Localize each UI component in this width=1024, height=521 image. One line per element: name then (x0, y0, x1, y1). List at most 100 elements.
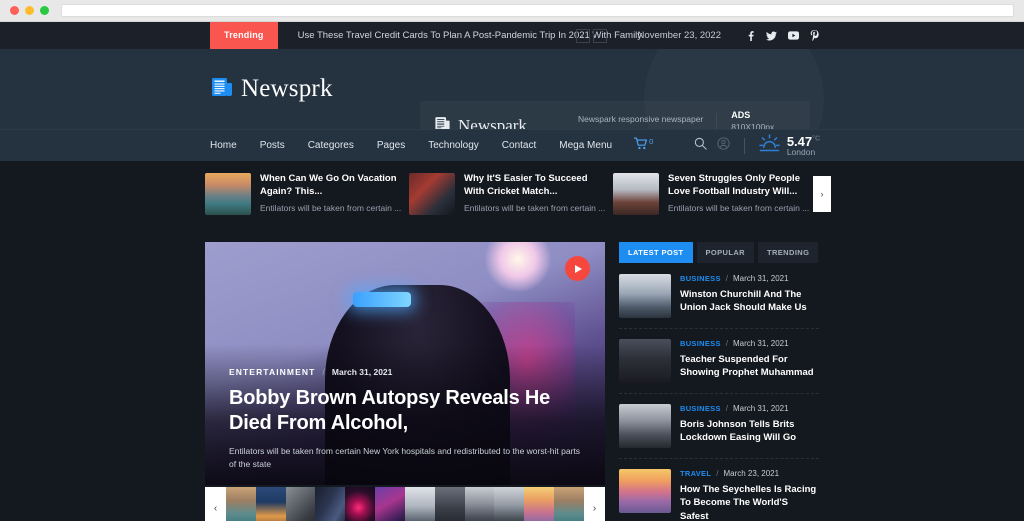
post-meta: BUSINESS / March 31, 2021 (680, 404, 819, 413)
post-title[interactable]: Boris Johnson Tells Brits Lockdown Easin… (680, 418, 819, 445)
post-title[interactable]: Why It'S Easier To Succeed With Cricket … (464, 173, 605, 199)
play-icon (575, 264, 582, 273)
nav-item-mega-menu[interactable]: Mega Menu (559, 140, 612, 151)
search-icon[interactable] (694, 137, 707, 155)
post-body: When Can We Go On Vacation Again? This..… (260, 173, 401, 225)
nav-item-posts[interactable]: Posts (260, 140, 285, 151)
post-thumbnail (409, 173, 455, 215)
sidebar: LATEST POST POPULAR TRENDING BUSINESS / … (619, 242, 819, 521)
sunrise-weather-icon (759, 134, 780, 158)
address-bar[interactable] (61, 4, 1014, 17)
carousel-thumb[interactable] (554, 487, 584, 521)
ad-banner[interactable]: Newspark Newspark responsive newspaper a… (420, 101, 810, 129)
pinterest-icon[interactable] (810, 30, 819, 41)
post-excerpt: Entilators will be taken from certain ..… (464, 202, 605, 213)
carousel-thumb[interactable] (345, 487, 376, 521)
post-separator: / (725, 274, 728, 283)
social-links (747, 30, 819, 41)
cart-count: 0 (649, 136, 654, 146)
list-item[interactable]: BUSINESS / March 31, 2021 Boris Johnson … (619, 404, 819, 459)
ad-brand: Newspark (434, 115, 578, 129)
post-thumbnail (619, 469, 671, 513)
post-excerpt: Entilators will be taken from certain ..… (668, 202, 809, 213)
list-item[interactable]: Why It'S Easier To Succeed With Cricket … (409, 173, 613, 225)
user-account-icon[interactable] (717, 137, 730, 155)
post-category[interactable]: BUSINESS (680, 274, 721, 283)
close-window-button[interactable] (10, 6, 19, 15)
carousel-thumb[interactable] (434, 487, 465, 521)
list-item[interactable]: When Can We Go On Vacation Again? This..… (205, 173, 409, 225)
hero-date: March 31, 2021 (331, 367, 393, 378)
nav-right-tools: 5.47°C London (694, 130, 820, 162)
window-controls (10, 6, 49, 15)
post-body: BUSINESS / March 31, 2021 Winston Church… (680, 274, 819, 318)
carousel-thumb[interactable] (315, 487, 346, 521)
post-title[interactable]: When Can We Go On Vacation Again? This..… (260, 173, 401, 199)
list-item[interactable]: BUSINESS / March 31, 2021 Winston Church… (619, 274, 819, 329)
post-separator: / (725, 404, 728, 413)
post-title[interactable]: Teacher Suspended For Showing Prophet Mu… (680, 353, 819, 380)
carousel-prev-button[interactable]: ‹ (205, 487, 226, 521)
youtube-icon[interactable] (788, 31, 799, 40)
main-navigation: Home Posts Categores Pages Technology Co… (0, 129, 1024, 161)
nav-item-categores[interactable]: Categores (308, 140, 354, 151)
sidebar-tabs: LATEST POST POPULAR TRENDING (619, 242, 819, 263)
carousel-thumb[interactable] (285, 487, 316, 521)
ad-description: Newspark responsive newspaper and magazi… (578, 113, 718, 129)
hero-column: ENTERTAINMENT / March 31, 2021 Bobby Bro… (205, 242, 605, 521)
facebook-icon[interactable] (747, 30, 755, 41)
tab-popular[interactable]: POPULAR (696, 242, 754, 263)
strip-next-button[interactable]: › (813, 176, 831, 212)
carousel-next-button[interactable]: › (584, 487, 605, 521)
post-body: Seven Struggles Only People Love Footbal… (668, 173, 809, 225)
carousel-thumb[interactable] (404, 487, 435, 521)
post-category[interactable]: BUSINESS (680, 404, 721, 413)
post-meta: BUSINESS / March 31, 2021 (680, 274, 819, 283)
main-grid: ENTERTAINMENT / March 31, 2021 Bobby Bro… (205, 242, 819, 521)
hero-category[interactable]: ENTERTAINMENT (229, 367, 315, 377)
post-meta: TRAVEL / March 23, 2021 (680, 469, 819, 478)
maximize-window-button[interactable] (40, 6, 49, 15)
post-title[interactable]: How The Seychelles Is Racing To Become T… (680, 483, 819, 521)
site-header: Newsprk Newspark Newspark responsive new… (0, 49, 1024, 129)
twitter-icon[interactable] (766, 31, 777, 41)
nav-item-pages[interactable]: Pages (377, 140, 405, 151)
nav-item-technology[interactable]: Technology (428, 140, 479, 151)
post-title[interactable]: Seven Struggles Only People Love Footbal… (668, 173, 809, 199)
post-category[interactable]: BUSINESS (680, 339, 721, 348)
post-category[interactable]: TRAVEL (680, 469, 711, 478)
nav-item-home[interactable]: Home (210, 140, 237, 151)
ad-label: ADS (731, 110, 751, 120)
minimize-window-button[interactable] (25, 6, 34, 15)
post-thumbnail (619, 339, 671, 383)
hero-article[interactable]: ENTERTAINMENT / March 31, 2021 Bobby Bro… (205, 242, 605, 485)
list-item[interactable]: Seven Struggles Only People Love Footbal… (613, 173, 817, 225)
trending-next-button[interactable]: › (592, 28, 607, 43)
tab-latest-post[interactable]: LATEST POST (619, 242, 693, 263)
play-video-button[interactable] (565, 256, 590, 281)
carousel-thumb[interactable] (226, 487, 256, 521)
ad-info: ADS 810X100px Area! (731, 110, 796, 129)
post-separator: / (716, 469, 719, 478)
tab-trending[interactable]: TRENDING (757, 242, 819, 263)
nav-item-contact[interactable]: Contact (502, 140, 536, 151)
hero-meta: ENTERTAINMENT / March 31, 2021 (229, 367, 581, 377)
carousel-thumb[interactable] (375, 487, 405, 521)
temperature-unit: °C (812, 135, 820, 143)
carousel-thumb[interactable] (255, 487, 286, 521)
post-date: March 23, 2021 (723, 469, 780, 478)
post-title[interactable]: Winston Churchill And The Union Jack Sho… (680, 288, 819, 315)
list-item[interactable]: BUSINESS / March 31, 2021 Teacher Suspen… (619, 339, 819, 394)
hero-title[interactable]: Bobby Brown Autopsy Reveals He Died From… (229, 386, 581, 436)
site-logo[interactable]: Newsprk (210, 75, 333, 104)
trending-badge: Trending (210, 22, 278, 49)
carousel-thumb[interactable] (464, 487, 495, 521)
thumbnail-carousel: ‹ › (205, 487, 605, 521)
list-item[interactable]: TRAVEL / March 23, 2021 How The Seychell… (619, 469, 819, 521)
cart-button[interactable]: 0 (633, 136, 654, 155)
trending-prev-button[interactable]: ‹ (575, 28, 590, 43)
post-separator: / (725, 339, 728, 348)
carousel-thumb[interactable] (494, 487, 525, 521)
ad-brand-name: Newspark (458, 116, 527, 129)
carousel-thumb[interactable] (524, 487, 555, 521)
